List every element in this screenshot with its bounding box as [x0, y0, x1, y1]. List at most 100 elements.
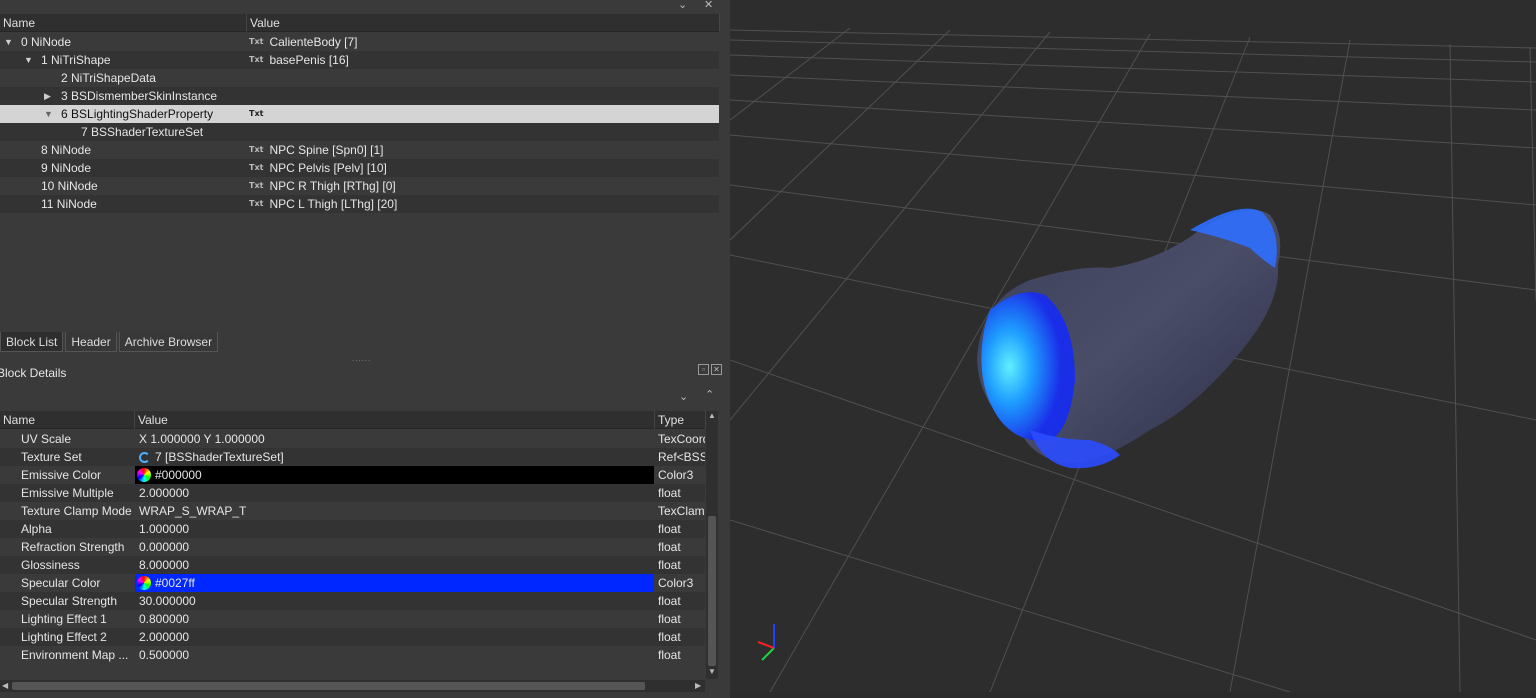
viewport-canvas[interactable] — [730, 0, 1536, 692]
tree-row-name: 2 NiTriShapeData — [61, 71, 156, 85]
chevron-up-icon[interactable]: ⌃ — [705, 388, 714, 401]
axis-gizmo — [757, 624, 775, 661]
property-value[interactable]: 1.000000 — [139, 520, 189, 538]
column-header-name[interactable]: Name — [0, 411, 135, 429]
property-value-text: WRAP_S_WRAP_T — [139, 504, 247, 518]
tree-row[interactable]: 8 NiNode Txt NPC Spine [Spn0] [1] — [0, 141, 719, 159]
property-row[interactable]: Glossiness 8.000000 float — [0, 556, 705, 574]
expand-down-icon[interactable]: ▼ — [4, 33, 13, 51]
property-value[interactable]: #000000 — [137, 466, 202, 484]
property-row[interactable]: Lighting Effect 2 2.000000 float — [0, 628, 705, 646]
scroll-right-icon[interactable]: ▶ — [695, 681, 701, 690]
property-type: float — [658, 594, 681, 608]
property-row[interactable]: Alpha 1.000000 float — [0, 520, 705, 538]
property-type: float — [658, 486, 681, 500]
tree-row-name: 1 NiTriShape — [41, 53, 111, 67]
property-row[interactable]: UV Scale X 1.000000 Y 1.000000 TexCoord — [0, 430, 705, 448]
property-row[interactable]: Texture Clamp Mode WRAP_S_WRAP_T TexClampM… — [0, 502, 705, 520]
chevron-down-icon[interactable]: ⌄ — [678, 0, 687, 11]
chevron-down-icon[interactable]: ⌄ — [679, 390, 688, 403]
column-header-type[interactable]: Type — [655, 411, 706, 429]
tree-row-value-text: basePenis [16] — [269, 53, 349, 67]
property-value-text: X 1.000000 Y 1.000000 — [139, 432, 265, 446]
property-type: float — [658, 630, 681, 644]
tab-block-list[interactable]: Block List — [0, 332, 64, 352]
tree-row-name: 0 NiNode — [21, 35, 72, 49]
property-value[interactable]: WRAP_S_WRAP_T — [139, 502, 246, 520]
property-value[interactable]: 7 [BSShaderTextureSet] — [139, 448, 284, 466]
property-value[interactable]: X 1.000000 Y 1.000000 — [139, 430, 265, 448]
property-row[interactable]: Lighting Effect 1 0.800000 float — [0, 610, 705, 628]
property-value[interactable]: 0.500000 — [139, 646, 189, 664]
color-wheel-icon[interactable] — [137, 576, 151, 590]
tree-row-value: Txt basePenis [16] — [249, 51, 349, 69]
property-value[interactable]: 30.000000 — [139, 592, 196, 610]
details-vertical-scrollbar[interactable]: ▲ ▼ — [706, 411, 718, 679]
txt-icon: Txt — [249, 145, 264, 154]
property-value[interactable]: #0027ff — [137, 574, 195, 592]
property-name: Environment Map ... — [21, 648, 129, 662]
property-type: Color3 — [658, 576, 694, 590]
tab-archive-browser[interactable]: Archive Browser — [118, 332, 219, 352]
scrollbar-thumb[interactable] — [708, 516, 716, 666]
expand-down-icon[interactable]: ▼ — [24, 51, 33, 69]
column-header-value[interactable]: Value — [135, 411, 655, 429]
splitter-handle[interactable]: ...... — [352, 354, 371, 363]
tree-row-value: Txt NPC Pelvis [Pelv] [10] — [249, 159, 387, 177]
left-panel: ⌄ ✕ Name Value ▼ 0 NiNode Txt CalienteBody … — [0, 0, 730, 698]
close-icon[interactable]: ✕ — [704, 0, 713, 11]
block-details-title: Block Details — [0, 366, 67, 380]
property-row[interactable]: Environment Map ... 0.500000 float — [0, 646, 705, 664]
property-type: float — [658, 522, 681, 536]
scroll-left-icon[interactable]: ◀ — [2, 681, 8, 690]
tree-row-name: 11 NiNode — [41, 197, 97, 211]
column-header-value[interactable]: Value — [247, 14, 720, 32]
scroll-up-icon[interactable]: ▲ — [708, 411, 716, 420]
tree-row-name: 10 NiNode — [41, 179, 98, 193]
expand-down-icon[interactable]: ▼ — [44, 105, 53, 123]
scroll-down-icon[interactable]: ▼ — [708, 667, 716, 676]
property-row[interactable]: Emissive Multiple 2.000000 float — [0, 484, 705, 502]
property-value[interactable]: 8.000000 — [139, 556, 189, 574]
property-value[interactable]: 0.800000 — [139, 610, 189, 628]
property-value[interactable]: 0.000000 — [139, 538, 189, 556]
property-row[interactable]: Specular Color #0027ff Color3 — [0, 574, 705, 592]
color-wheel-icon[interactable] — [137, 468, 151, 482]
property-value-text: 2.000000 — [139, 486, 190, 500]
render-viewport[interactable] — [730, 0, 1536, 692]
tree-row[interactable]: ▶ 3 BSDismemberSkinInstance — [0, 87, 719, 105]
details-horizontal-scrollbar[interactable]: ◀ ▶ — [0, 680, 705, 692]
tree-row-name: 8 NiNode — [41, 143, 92, 157]
property-row[interactable]: Emissive Color #000000 Color3 — [0, 466, 705, 484]
block-details-header: Name Value Type — [0, 411, 706, 429]
property-row[interactable]: Specular Strength 30.000000 float — [0, 592, 705, 610]
tree-row-name: 6 BSLightingShaderProperty — [61, 107, 214, 121]
column-header-name[interactable]: Name — [0, 14, 247, 32]
scrollbar-thumb[interactable] — [12, 682, 645, 690]
close-icon[interactable]: ✕ — [711, 364, 722, 375]
tree-row[interactable]: 9 NiNode Txt NPC Pelvis [Pelv] [10] — [0, 159, 719, 177]
tree-row[interactable]: ▼ 1 NiTriShape Txt basePenis [16] — [0, 51, 719, 69]
tree-row[interactable]: 2 NiTriShapeData — [0, 69, 719, 87]
tree-row[interactable]: ▼ 0 NiNode Txt CalienteBody [7] — [0, 33, 719, 51]
tab-header[interactable]: Header — [65, 332, 117, 352]
float-icon[interactable]: ▫ — [698, 364, 709, 375]
color-swatch-bar[interactable] — [135, 466, 654, 484]
property-row[interactable]: Texture Set 7 [BSShaderTextureSet] Ref<BSS… — [0, 448, 705, 466]
tree-row[interactable]: 7 BSShaderTextureSet — [0, 123, 719, 141]
property-row[interactable]: Refraction Strength 0.000000 float — [0, 538, 705, 556]
tree-row[interactable]: 10 NiNode Txt NPC R Thigh [RThg] [0] — [0, 177, 719, 195]
property-name: Glossiness — [21, 558, 80, 572]
tree-row[interactable]: 11 NiNode Txt NPC L Thigh [LThg] [20] — [0, 195, 719, 213]
color-swatch-bar[interactable] — [135, 574, 654, 592]
tree-row[interactable]: ▼ 6 BSLightingShaderProperty Txt — [0, 105, 719, 123]
property-name: Lighting Effect 1 — [21, 612, 107, 626]
property-value[interactable]: 2.000000 — [139, 484, 189, 502]
expand-right-icon[interactable]: ▶ — [44, 87, 51, 105]
property-name: Texture Set — [21, 450, 82, 464]
property-value[interactable]: 2.000000 — [139, 628, 189, 646]
txt-icon: Txt — [249, 181, 264, 190]
property-name: Lighting Effect 2 — [21, 630, 107, 644]
property-type: TexClampMode — [658, 504, 705, 518]
link-icon[interactable] — [139, 452, 150, 463]
